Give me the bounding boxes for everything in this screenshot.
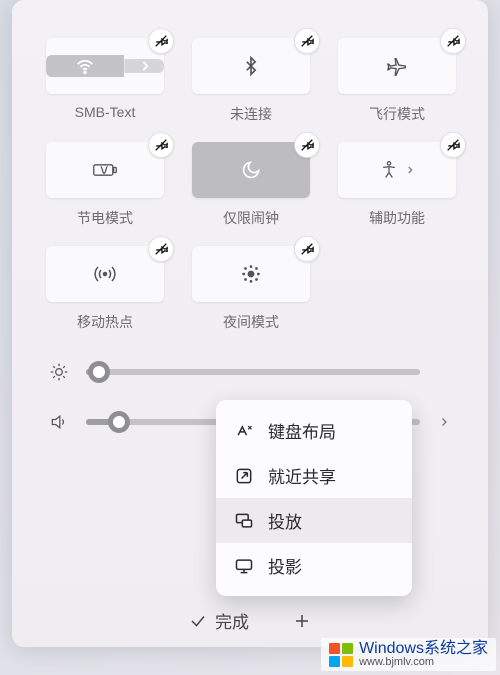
windows-logo-icon xyxy=(329,643,353,667)
accessibility-icon xyxy=(379,160,399,180)
bottom-bar: 完成 xyxy=(12,608,488,633)
tile-accessibility-label: 辅助功能 xyxy=(369,208,425,228)
tile-hotspot-wrap: 移动热点 xyxy=(46,246,164,332)
tile-battery-saver[interactable] xyxy=(46,142,164,198)
tile-night-wrap: 夜间模式 xyxy=(192,246,310,332)
tile-bluetooth-wrap: 未连接 xyxy=(192,38,310,124)
cast-icon xyxy=(234,511,254,531)
airplane-icon xyxy=(386,55,408,77)
keyboard-layout-icon xyxy=(234,421,254,441)
tile-night-light[interactable] xyxy=(192,246,310,302)
volume-thumb[interactable] xyxy=(108,411,130,433)
tile-alarm-label: 仅限闹钟 xyxy=(223,208,279,228)
watermark-url: www.bjmlv.com xyxy=(359,657,488,668)
menu-item-project[interactable]: 投影 xyxy=(216,543,412,588)
menu-item-label: 就近共享 xyxy=(268,463,336,488)
tile-alarm-only[interactable] xyxy=(192,142,310,198)
moon-icon xyxy=(241,160,261,180)
tile-airplane-wrap: 飞行模式 xyxy=(338,38,456,124)
volume-icon xyxy=(46,412,72,432)
tile-accessibility[interactable] xyxy=(338,142,456,198)
tile-empty xyxy=(338,246,456,332)
brightness-slider-row xyxy=(46,362,454,382)
tile-bluetooth[interactable] xyxy=(192,38,310,94)
wifi-icon xyxy=(46,55,124,77)
tile-hotspot-label: 移动热点 xyxy=(77,312,133,332)
nearby-share-icon xyxy=(234,466,254,486)
tile-hotspot[interactable] xyxy=(46,246,164,302)
menu-item-label: 键盘布局 xyxy=(268,418,336,443)
watermark-text: Windows系统之家 xyxy=(359,641,488,657)
unpin-icon[interactable] xyxy=(148,132,174,158)
menu-item-keyboard-layout[interactable]: 键盘布局 xyxy=(216,408,412,453)
brightness-icon xyxy=(46,362,72,382)
tile-wifi-label: SMB-Text xyxy=(75,104,136,124)
bluetooth-icon xyxy=(241,56,261,76)
add-menu-popup: 键盘布局 就近共享 投放 投影 xyxy=(216,400,412,596)
tile-night-label: 夜间模式 xyxy=(223,312,279,332)
menu-item-nearby-share[interactable]: 就近共享 xyxy=(216,453,412,498)
tile-battery-wrap: 节电模式 xyxy=(46,142,164,228)
project-icon xyxy=(234,556,254,576)
tile-battery-label: 节电模式 xyxy=(77,208,133,228)
menu-item-cast[interactable]: 投放 xyxy=(216,498,412,543)
volume-expand-button[interactable] xyxy=(434,416,454,428)
done-label: 完成 xyxy=(215,608,249,633)
chevron-right-icon xyxy=(405,165,415,175)
unpin-icon[interactable] xyxy=(294,28,320,54)
tile-wifi[interactable] xyxy=(46,38,164,94)
unpin-icon[interactable] xyxy=(440,132,466,158)
tile-wifi-wrap: SMB-Text xyxy=(46,38,164,124)
add-button[interactable] xyxy=(293,612,311,630)
unpin-icon[interactable] xyxy=(294,132,320,158)
unpin-icon[interactable] xyxy=(440,28,466,54)
unpin-icon[interactable] xyxy=(148,236,174,262)
unpin-icon[interactable] xyxy=(294,236,320,262)
done-button[interactable]: 完成 xyxy=(189,608,249,633)
tiles-grid: SMB-Text 未连接 xyxy=(46,38,454,332)
tile-accessibility-wrap: 辅助功能 xyxy=(338,142,456,228)
tile-alarm-wrap: 仅限闹钟 xyxy=(192,142,310,228)
menu-item-label: 投影 xyxy=(268,553,302,578)
tile-airplane-label: 飞行模式 xyxy=(369,104,425,124)
menu-item-label: 投放 xyxy=(268,508,302,533)
watermark: Windows系统之家 www.bjmlv.com xyxy=(321,638,496,671)
hotspot-icon xyxy=(93,264,117,284)
battery-saver-icon xyxy=(92,161,118,179)
brightness-slider[interactable] xyxy=(86,369,420,375)
tile-airplane[interactable] xyxy=(338,38,456,94)
tile-bluetooth-label: 未连接 xyxy=(230,104,272,124)
wifi-expand-button[interactable] xyxy=(124,59,164,73)
night-light-icon xyxy=(240,263,262,285)
unpin-icon[interactable] xyxy=(148,28,174,54)
brightness-thumb[interactable] xyxy=(88,361,110,383)
